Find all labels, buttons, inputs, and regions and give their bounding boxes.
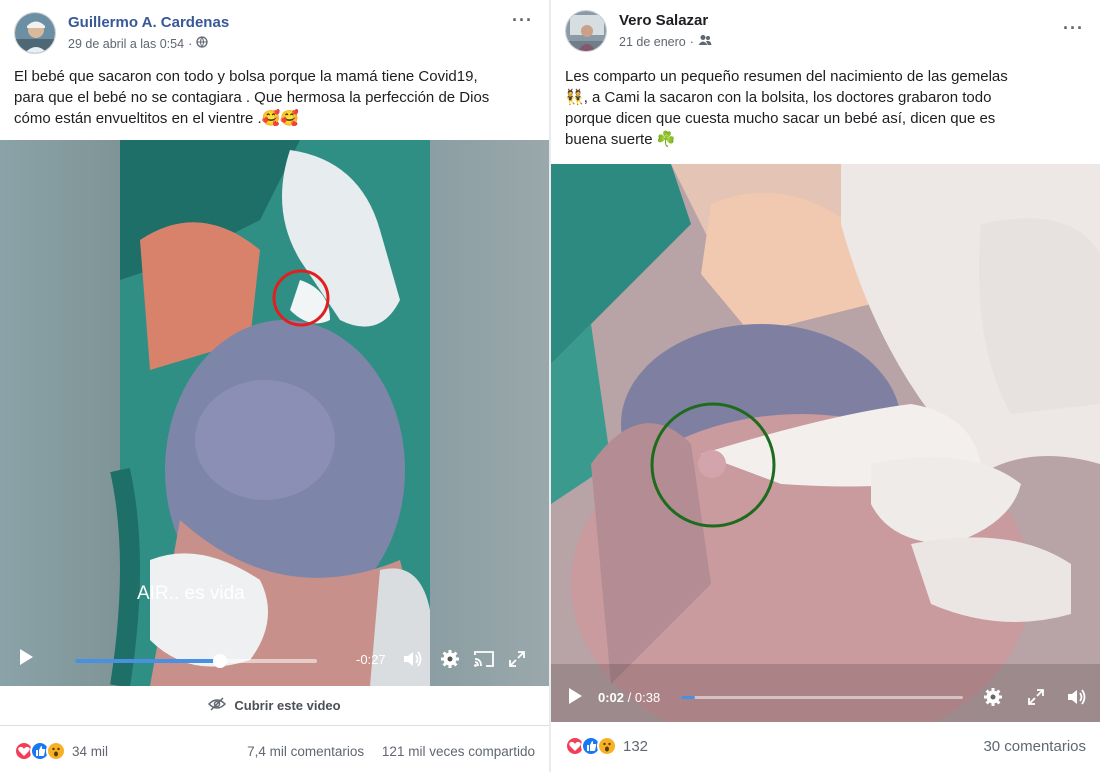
friends-icon (698, 34, 712, 49)
post-stats: 132 30 comentarios (565, 731, 1086, 761)
avatar[interactable] (565, 10, 607, 52)
play-icon[interactable] (18, 648, 34, 671)
caption-line: buena suerte ☘️ (565, 131, 676, 148)
post-left: Guillermo A. Cardenas 29 de abril a las … (0, 0, 549, 772)
progress-fill (75, 659, 221, 663)
video-frame (0, 140, 549, 686)
post-header: Guillermo A. Cardenas 29 de abril a las … (14, 10, 535, 56)
caption-line: cómo están envueltitos en el vientre .🥰🥰 (14, 110, 299, 127)
time-display: 0:02 / 0:38 (598, 690, 661, 705)
more-options-icon[interactable]: ··· (1063, 18, 1084, 39)
post-caption: Les comparto un pequeño resumen del naci… (565, 66, 1086, 150)
progress-fill (681, 696, 696, 699)
video-player[interactable]: 0:02 / 0:38 (551, 164, 1100, 722)
comments-count[interactable]: 30 comentarios (983, 738, 1086, 755)
fullscreen-icon[interactable] (1028, 689, 1044, 710)
author-name[interactable]: Guillermo A. Cardenas (68, 14, 229, 31)
video-frame (551, 164, 1100, 722)
play-icon[interactable] (567, 687, 583, 710)
duration: 0:38 (634, 690, 661, 705)
cover-video-button[interactable]: Cubrir este video (0, 686, 549, 726)
shares-count[interactable]: 121 mil veces compartido (382, 744, 535, 759)
reaction-count: 34 mil (72, 743, 109, 759)
caption-line: para que el bebé no se contagiara . Que … (14, 89, 490, 106)
eye-slash-icon (208, 697, 227, 714)
video-overlay-text: AIR.. es vida (137, 583, 245, 604)
time-remaining: -0:27 (356, 652, 386, 667)
post-meta: 29 de abril a las 0:54 · (68, 36, 208, 51)
fullscreen-icon[interactable] (509, 651, 525, 672)
cover-video-label: Cubrir este video (234, 698, 341, 713)
caption-line: El bebé que sacaron con todo y bolsa por… (14, 68, 478, 85)
settings-gear-icon[interactable] (983, 687, 1003, 712)
video-controls: -0:27 (0, 634, 549, 686)
caption-line: porque dicen que cuesta mucho sacar un b… (565, 110, 996, 127)
caption-emoji: 🥰🥰 (261, 110, 299, 127)
volume-icon[interactable] (402, 649, 424, 674)
volume-icon[interactable] (1066, 687, 1088, 712)
settings-gear-icon[interactable] (440, 649, 460, 674)
caption-emoji: ☘️ (656, 131, 676, 148)
post-header: Vero Salazar 21 de enero · ··· (565, 10, 1086, 54)
progress-bar[interactable] (75, 654, 317, 668)
globe-icon (196, 36, 208, 51)
more-options-icon[interactable]: ··· (512, 10, 533, 31)
video-controls: 0:02 / 0:38 (551, 670, 1100, 722)
current-time: 0:02 (598, 690, 625, 705)
post-caption: El bebé que sacaron con todo y bolsa por… (14, 66, 535, 129)
avatar[interactable] (14, 12, 56, 54)
progress-handle[interactable] (213, 654, 228, 668)
caption-line: Les comparto un pequeño resumen del naci… (565, 68, 1008, 85)
timestamp[interactable]: 21 de enero (619, 35, 686, 49)
reactions[interactable]: 34 mil (14, 741, 108, 761)
reactions[interactable]: 132 (565, 736, 648, 756)
post-right: Vero Salazar 21 de enero · ··· Les compa… (551, 0, 1100, 772)
cast-icon[interactable] (473, 650, 495, 673)
video-player[interactable]: AIR.. es vida -0:27 (0, 140, 549, 686)
progress-bar[interactable] (681, 696, 963, 699)
timestamp[interactable]: 29 de abril a las 0:54 (68, 37, 184, 51)
post-stats: 34 mil 7,4 mil comentarios 121 mil veces… (14, 736, 535, 766)
post-meta: 21 de enero · (619, 34, 712, 49)
wow-reaction-icon (46, 741, 66, 761)
reaction-count: 132 (623, 737, 649, 755)
caption-line: 👯, a Cami la sacaron con la bolsita, los… (565, 89, 992, 106)
comments-count[interactable]: 7,4 mil comentarios (247, 744, 364, 759)
wow-reaction-icon (597, 736, 617, 756)
caption-emoji: 👯 (565, 89, 584, 106)
author-name[interactable]: Vero Salazar (619, 12, 708, 29)
